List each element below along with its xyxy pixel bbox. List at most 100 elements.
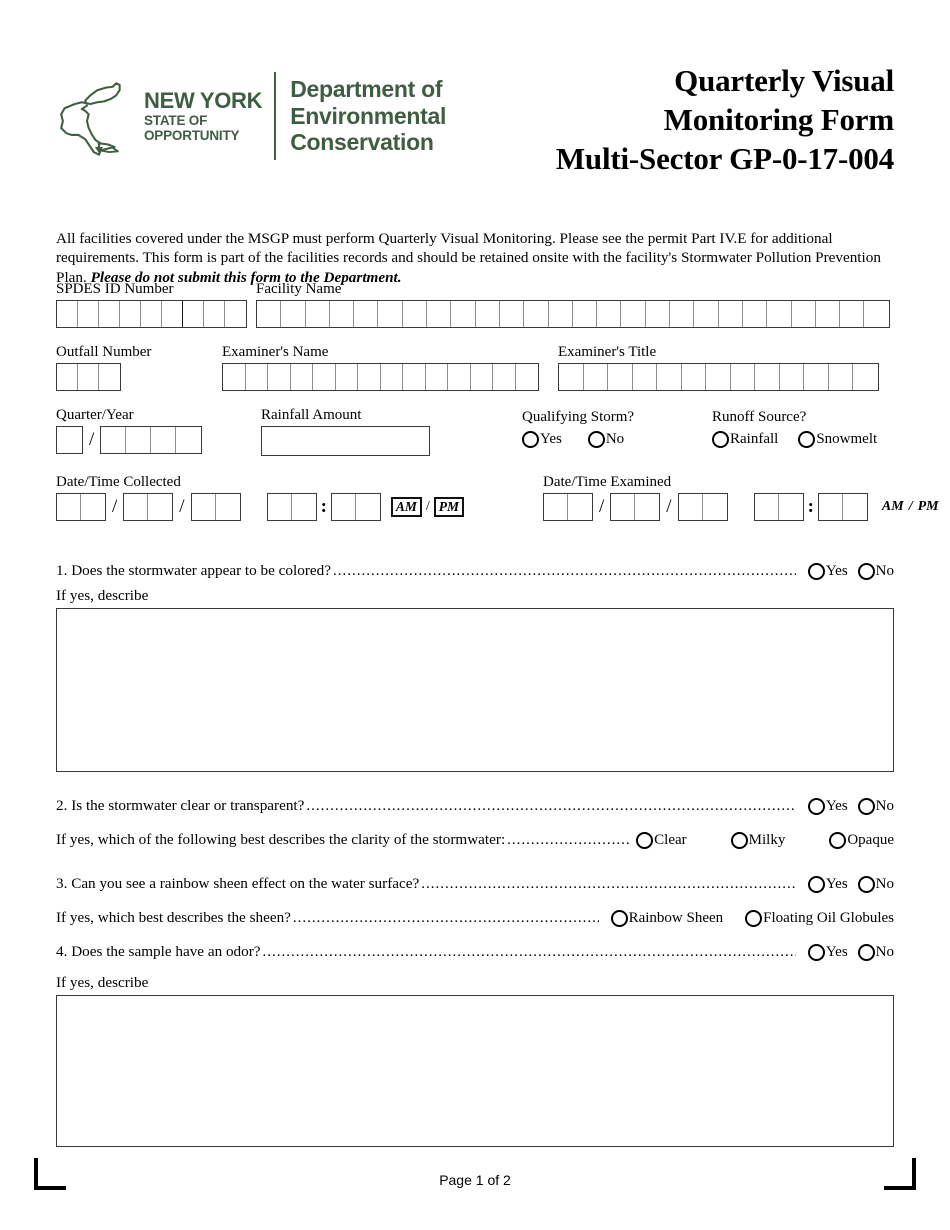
comb-cell[interactable] bbox=[101, 427, 127, 453]
comb-cell[interactable] bbox=[448, 364, 471, 390]
radio-icon[interactable] bbox=[807, 875, 825, 893]
comb-cell[interactable] bbox=[427, 301, 452, 327]
outfall-number-input[interactable] bbox=[56, 363, 121, 391]
comb-cell[interactable] bbox=[559, 364, 584, 390]
comb-cell[interactable] bbox=[679, 494, 703, 520]
comb-cell[interactable] bbox=[306, 301, 330, 327]
radio-icon[interactable] bbox=[522, 431, 539, 448]
comb-cell[interactable] bbox=[225, 301, 246, 327]
radio-icon[interactable] bbox=[745, 909, 763, 927]
comb-cell[interactable] bbox=[516, 364, 539, 390]
question-1-describe-input[interactable] bbox=[56, 608, 894, 772]
comb-cell[interactable] bbox=[743, 301, 768, 327]
comb-cell[interactable] bbox=[792, 301, 816, 327]
comb-cell[interactable] bbox=[78, 301, 99, 327]
comb-cell[interactable] bbox=[731, 364, 755, 390]
comb-cell[interactable] bbox=[471, 364, 493, 390]
comb-cell[interactable] bbox=[706, 364, 731, 390]
comb-cell[interactable] bbox=[257, 301, 282, 327]
radio-icon[interactable] bbox=[857, 875, 875, 893]
radio-icon[interactable] bbox=[587, 431, 605, 448]
comb-cell[interactable] bbox=[767, 301, 792, 327]
radio-icon[interactable] bbox=[610, 909, 628, 927]
comb-cell[interactable] bbox=[476, 301, 500, 327]
radio-icon[interactable] bbox=[798, 431, 816, 448]
comb-cell[interactable] bbox=[120, 301, 141, 327]
comb-cell[interactable] bbox=[573, 301, 598, 327]
comb-cell[interactable] bbox=[426, 364, 448, 390]
radio-icon[interactable] bbox=[730, 831, 748, 849]
radio-icon[interactable] bbox=[857, 943, 875, 961]
radio-icon[interactable] bbox=[857, 797, 875, 815]
comb-cell[interactable] bbox=[864, 301, 888, 327]
examined-pm-toggle[interactable]: PM bbox=[918, 499, 939, 515]
comb-cell[interactable] bbox=[57, 427, 82, 453]
comb-cell[interactable] bbox=[176, 427, 201, 453]
year-input[interactable] bbox=[100, 426, 203, 454]
comb-cell[interactable] bbox=[646, 301, 671, 327]
comb-cell[interactable] bbox=[281, 301, 306, 327]
question-4-describe-input[interactable] bbox=[56, 995, 894, 1147]
comb-cell[interactable] bbox=[611, 494, 636, 520]
comb-cell[interactable] bbox=[124, 494, 149, 520]
comb-cell[interactable] bbox=[843, 494, 867, 520]
comb-cell[interactable] bbox=[57, 301, 78, 327]
examined-am-toggle[interactable]: AM bbox=[882, 499, 904, 515]
comb-cell[interactable] bbox=[354, 301, 379, 327]
comb-cell[interactable] bbox=[162, 301, 183, 327]
comb-cell[interactable] bbox=[524, 301, 549, 327]
comb-cell[interactable] bbox=[755, 494, 779, 520]
comb-cell[interactable] bbox=[635, 494, 659, 520]
comb-cell[interactable] bbox=[57, 364, 78, 390]
collected-am-toggle[interactable]: AM bbox=[390, 496, 422, 518]
comb-cell[interactable] bbox=[621, 301, 646, 327]
collected-day-input[interactable] bbox=[123, 493, 174, 521]
radio-icon[interactable] bbox=[807, 562, 825, 580]
comb-cell[interactable] bbox=[313, 364, 336, 390]
comb-cell[interactable] bbox=[829, 364, 853, 390]
collected-pm-toggle[interactable]: PM bbox=[433, 496, 465, 518]
comb-cell[interactable] bbox=[216, 494, 240, 520]
radio-icon[interactable] bbox=[829, 831, 847, 849]
qualifying-storm-option-no[interactable]: No bbox=[587, 431, 624, 448]
question-4-option-no[interactable]: No bbox=[857, 943, 894, 961]
comb-cell[interactable] bbox=[183, 301, 204, 327]
qualifying-storm-option-yes[interactable]: Yes bbox=[522, 431, 562, 448]
examined-month-input[interactable] bbox=[543, 493, 593, 521]
collected-month-input[interactable] bbox=[56, 493, 106, 521]
rainfall-amount-input[interactable] bbox=[261, 426, 430, 456]
comb-cell[interactable] bbox=[682, 364, 706, 390]
comb-cell[interactable] bbox=[223, 364, 246, 390]
comb-cell[interactable] bbox=[141, 301, 162, 327]
question-3-option-yes[interactable]: Yes bbox=[807, 875, 848, 893]
comb-cell[interactable] bbox=[804, 364, 829, 390]
examined-day-input[interactable] bbox=[610, 493, 661, 521]
comb-cell[interactable] bbox=[403, 364, 426, 390]
radio-icon[interactable] bbox=[712, 431, 729, 448]
comb-cell[interactable] bbox=[568, 494, 592, 520]
question-4-option-yes[interactable]: Yes bbox=[807, 943, 848, 961]
question-2-option-no[interactable]: No bbox=[857, 797, 894, 815]
comb-cell[interactable] bbox=[246, 364, 268, 390]
comb-cell[interactable] bbox=[703, 494, 727, 520]
question-3-option-rainbow-sheen[interactable]: Rainbow Sheen bbox=[610, 909, 723, 927]
examined-hour-input[interactable] bbox=[753, 493, 804, 521]
examiners-title-input[interactable] bbox=[558, 363, 879, 391]
comb-cell[interactable] bbox=[99, 364, 120, 390]
comb-cell[interactable] bbox=[670, 301, 695, 327]
examiners-name-input[interactable] bbox=[222, 363, 539, 391]
comb-cell[interactable] bbox=[403, 301, 428, 327]
examined-year-input[interactable] bbox=[677, 493, 728, 521]
comb-cell[interactable] bbox=[356, 494, 380, 520]
examined-minute-input[interactable] bbox=[817, 493, 868, 521]
comb-cell[interactable] bbox=[779, 494, 803, 520]
collected-year-input[interactable] bbox=[190, 493, 241, 521]
comb-cell[interactable] bbox=[755, 364, 780, 390]
comb-cell[interactable] bbox=[330, 301, 355, 327]
question-1-option-yes[interactable]: Yes bbox=[807, 562, 848, 580]
comb-cell[interactable] bbox=[336, 364, 358, 390]
question-3-option-floating-oil-globules[interactable]: Floating Oil Globules bbox=[745, 909, 894, 927]
comb-cell[interactable] bbox=[816, 301, 841, 327]
comb-cell[interactable] bbox=[204, 301, 225, 327]
comb-cell[interactable] bbox=[151, 427, 177, 453]
